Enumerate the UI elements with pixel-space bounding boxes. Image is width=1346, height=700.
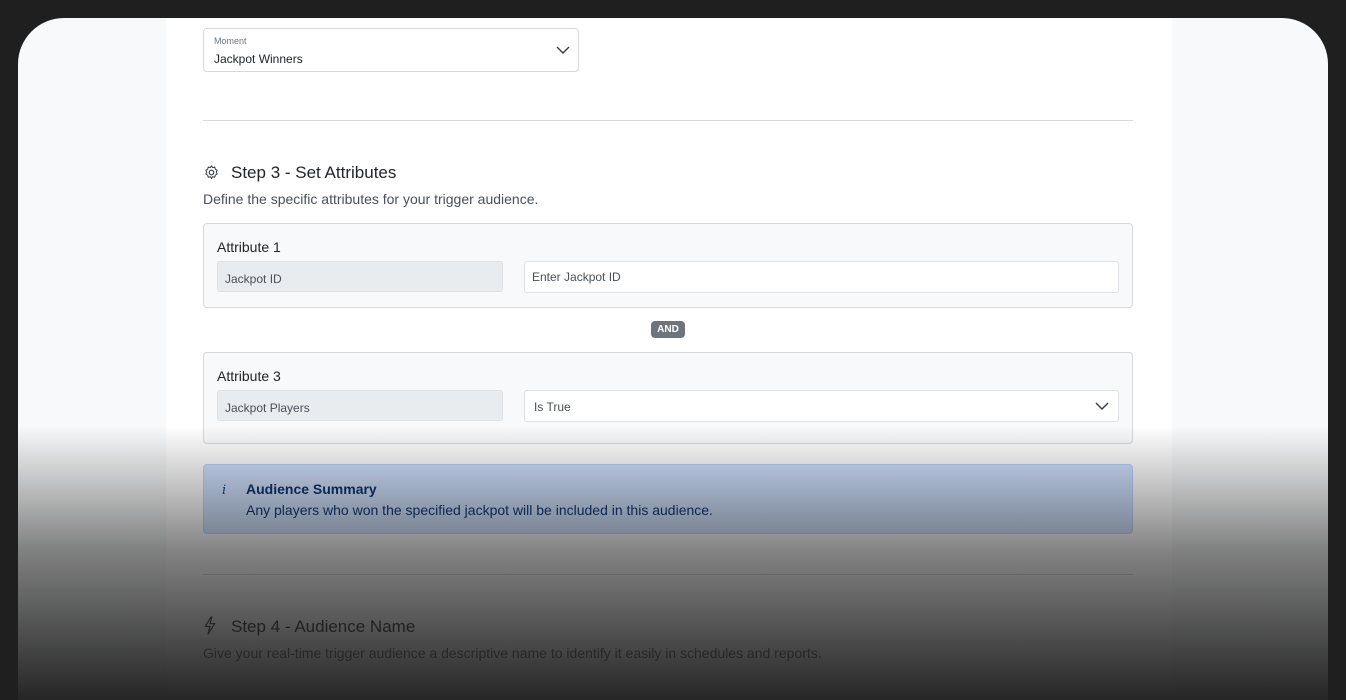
- moment-label: Moment: [214, 36, 247, 46]
- chevron-down-icon: [556, 46, 570, 54]
- form-panel: Moment Jackpot Winners Step 3 - Set Attr…: [166, 18, 1172, 700]
- section-divider: [203, 574, 1133, 575]
- attribute-3-title: Attribute 3: [217, 368, 281, 384]
- chevron-down-icon: [1095, 402, 1109, 410]
- summary-title: Audience Summary: [246, 481, 377, 497]
- gear-icon: [205, 165, 218, 180]
- jackpot-id-input[interactable]: [524, 261, 1119, 293]
- summary-text: Any players who won the specified jackpo…: [246, 502, 713, 518]
- operator-select[interactable]: Is True: [524, 390, 1119, 422]
- attribute-1-field: Jackpot ID: [217, 261, 503, 292]
- step4-title: Step 4 - Audience Name: [231, 617, 416, 636]
- audience-summary-alert: i Audience Summary Any players who won t…: [203, 464, 1133, 534]
- operator-value: Is True: [534, 400, 571, 414]
- attribute-card-1: Attribute 1 Jackpot ID: [203, 223, 1133, 308]
- attribute-1-title: Attribute 1: [217, 239, 281, 255]
- step3-description: Define the specific attributes for your …: [203, 191, 539, 207]
- attribute-3-field: Jackpot Players: [217, 390, 503, 421]
- attribute-card-3: Attribute 3 Jackpot Players Is True: [203, 352, 1133, 444]
- moment-value: Jackpot Winners: [214, 52, 303, 66]
- moment-select[interactable]: Moment Jackpot Winners: [203, 28, 579, 72]
- app-screen: Moment Jackpot Winners Step 3 - Set Attr…: [18, 18, 1328, 700]
- info-icon: i: [222, 483, 227, 498]
- lightning-icon: [204, 616, 216, 635]
- section-divider: [203, 120, 1133, 121]
- step3-title: Step 3 - Set Attributes: [231, 163, 397, 182]
- and-connector-badge: AND: [651, 321, 685, 338]
- step4-description: Give your real-time trigger audience a d…: [203, 645, 822, 661]
